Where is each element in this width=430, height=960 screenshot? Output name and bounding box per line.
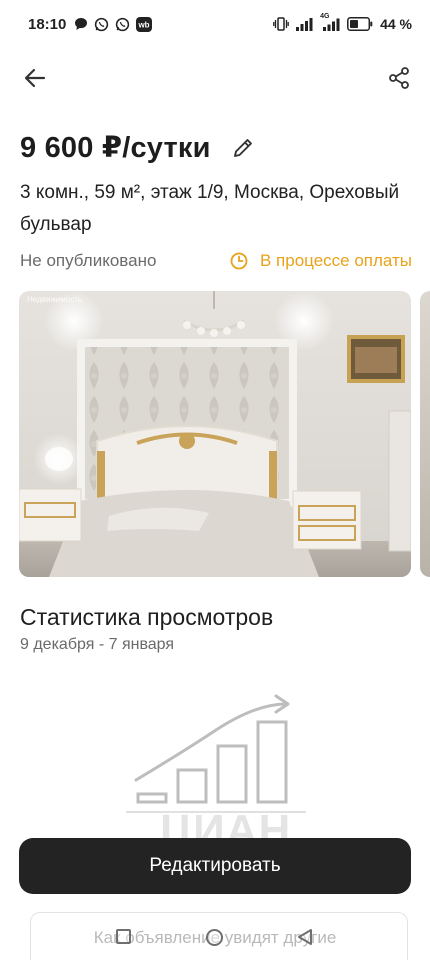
network-type-label: 4G [320,13,330,20]
recent-apps-button[interactable] [116,929,131,944]
share-icon [389,67,409,89]
stats-title: Статистика просмотров [20,604,274,630]
listing-photo[interactable]: Недвижимость [19,291,411,577]
status-right: 4G 44 % [273,13,412,32]
signal-icon [296,17,313,31]
status-time: 18:10 [28,15,67,33]
edit-listing-button[interactable]: Редактировать [19,838,411,894]
battery-icon [347,17,373,31]
battery-percent: 44 % [380,16,412,32]
publication-status: Не опубликовано [20,251,157,270]
whatsapp-icon [115,17,130,32]
home-button[interactable] [206,929,223,946]
listing-status-row: Не опубликовано В процессе оплаты [20,248,412,274]
share-button[interactable] [384,63,414,93]
wb-icon: wb [136,16,153,32]
whatsapp-icon [94,17,109,32]
clock-icon [230,252,248,270]
signal-4g-icon: 4G [320,13,340,31]
stats-date-range: 9 декабря - 7 января [20,636,175,653]
system-back-icon[interactable] [296,928,314,946]
payment-status: В процессе оплаты [230,251,412,271]
status-bar: 18:10 wb 4G 44 % [0,0,430,48]
status-left: 18:10 wb [28,15,153,33]
price-row: 9 600 ₽/сутки [20,130,257,165]
photo-watermark: Недвижимость [27,295,83,304]
bedroom-photo [19,291,411,577]
vibrate-icon [273,17,289,31]
edit-price-button[interactable] [229,134,257,162]
next-photo-preview[interactable] [420,291,430,577]
pencil-icon [233,138,252,157]
back-button[interactable] [20,63,50,93]
svg-text:wb: wb [138,20,150,29]
growth-chart-icon [126,694,306,813]
chat-bubble-icon [74,17,88,31]
payment-status-label: В процессе оплаты [259,251,412,270]
listing-price: 9 600 ₽/сутки [20,132,211,164]
arrow-left-icon [24,68,46,88]
top-navigation [0,55,430,101]
listing-address: 3 комн., 59 м², этаж 1/9, Москва, Орехов… [20,182,400,235]
